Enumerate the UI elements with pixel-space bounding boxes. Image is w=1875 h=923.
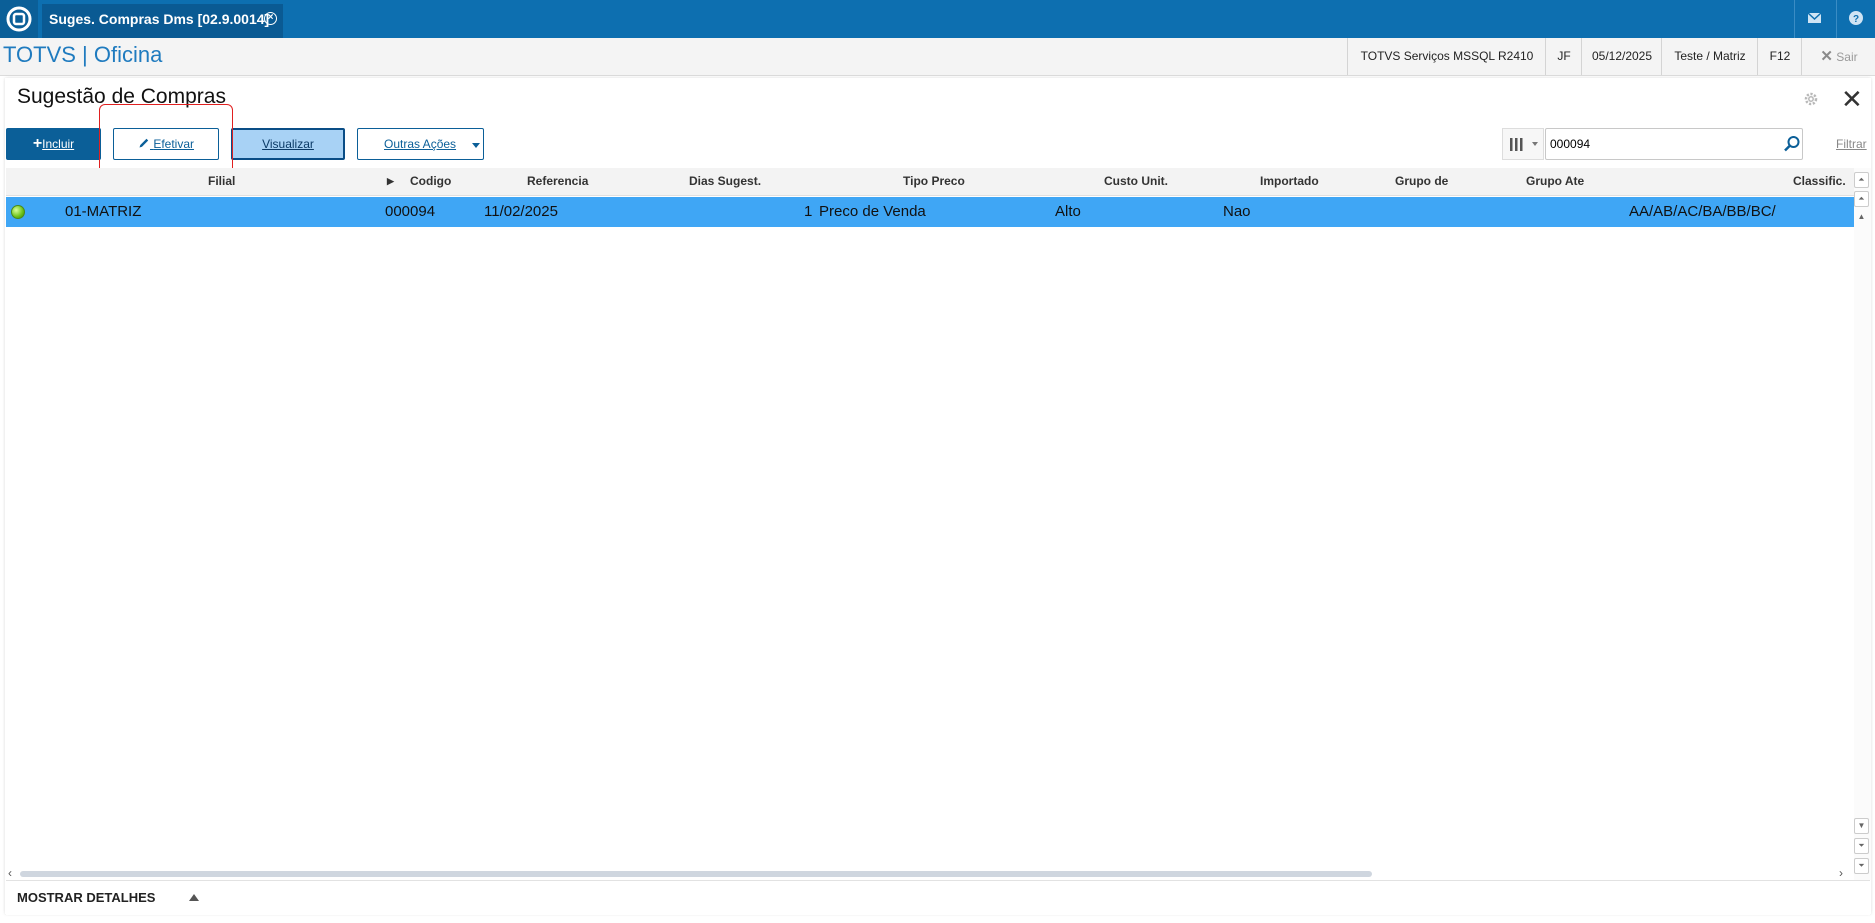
totvs-logo-icon[interactable] bbox=[0, 0, 38, 38]
cell-referencia: 11/02/2025 bbox=[484, 203, 558, 220]
top-bar: Suges. Compras Dms [02.9.0014] × ? bbox=[0, 0, 1875, 38]
pencil-icon bbox=[138, 129, 150, 159]
column-header-filial[interactable]: Filial bbox=[208, 168, 235, 195]
search-input[interactable] bbox=[1545, 128, 1803, 160]
cell-tipo-preco: Preco de Venda bbox=[819, 203, 926, 220]
shortcut-info[interactable]: F12 bbox=[1757, 38, 1802, 75]
filtrar-link[interactable]: Filtrar bbox=[1836, 137, 1867, 151]
gear-icon[interactable] bbox=[1803, 91, 1819, 112]
exit-label: Sair bbox=[1836, 50, 1858, 64]
column-header-classific[interactable]: Classific. bbox=[1793, 168, 1846, 195]
chevron-down-icon bbox=[472, 143, 480, 148]
columns-icon bbox=[1510, 138, 1538, 151]
mostrar-detalhes-toggle[interactable]: MOSTRAR DETALHES bbox=[17, 890, 155, 905]
svg-text:?: ? bbox=[1853, 14, 1859, 25]
cell-custo-unit: Alto bbox=[1055, 203, 1081, 220]
server-info: TOTVS Serviços MSSQL R2410 bbox=[1347, 38, 1546, 75]
column-header-referencia[interactable]: Referencia bbox=[527, 168, 588, 195]
brand-title: TOTVS | Oficina bbox=[3, 42, 163, 67]
column-header-grupo-de[interactable]: Grupo de bbox=[1395, 168, 1448, 195]
user-info: JF bbox=[1545, 38, 1582, 75]
scroll-page-up-icon[interactable]: ⏶ bbox=[1854, 191, 1869, 207]
table-row[interactable]: 01-MATRIZ 000094 11/02/2025 1 Preco de V… bbox=[6, 197, 1854, 227]
column-header-custo-unit[interactable]: Custo Unit. bbox=[1104, 168, 1168, 195]
scroll-page-down-icon[interactable]: ⏷ bbox=[1854, 838, 1869, 854]
chevron-up-icon[interactable] bbox=[189, 894, 199, 901]
incluir-button[interactable]: +Incluir bbox=[6, 128, 101, 160]
cell-codigo: 000094 bbox=[385, 203, 436, 220]
details-footer bbox=[6, 880, 1870, 915]
plus-icon: + bbox=[32, 135, 43, 152]
column-header-importado[interactable]: Importado bbox=[1260, 168, 1319, 195]
visualizar-label: Visualizar bbox=[262, 137, 314, 151]
scroll-up-icon[interactable]: ▲ bbox=[1854, 210, 1869, 226]
incluir-label: Incluir bbox=[42, 137, 75, 151]
scroll-bottom-icon[interactable]: ⏷ bbox=[1854, 858, 1869, 874]
cell-importado: Nao bbox=[1223, 203, 1251, 220]
scroll-top-icon[interactable]: ⏶ bbox=[1854, 172, 1869, 188]
help-icon[interactable]: ? bbox=[1836, 0, 1875, 38]
page-title: Sugestão de Compras bbox=[17, 85, 226, 108]
tab-title: Suges. Compras Dms [02.9.0014] bbox=[49, 11, 270, 27]
horizontal-scrollbar-thumb[interactable] bbox=[20, 871, 1372, 877]
status-green-icon bbox=[11, 205, 25, 219]
chevron-right-icon: ▶ bbox=[387, 176, 394, 186]
visualizar-button[interactable]: Visualizar bbox=[231, 128, 345, 160]
grid-header: Filial ▶ Codigo Referencia Dias Sugest. … bbox=[6, 168, 1854, 196]
cell-dias-sugest: 1 bbox=[804, 203, 813, 220]
outras-acoes-button[interactable]: Outras Ações bbox=[357, 128, 484, 160]
mail-icon[interactable] bbox=[1794, 0, 1833, 38]
close-icon[interactable]: × bbox=[264, 12, 277, 25]
columns-button[interactable] bbox=[1502, 128, 1544, 160]
cell-filial: 01-MATRIZ bbox=[65, 203, 142, 220]
exit-button[interactable]: ✕ Sair bbox=[1801, 38, 1875, 75]
tab-suges-compras[interactable]: Suges. Compras Dms [02.9.0014] × bbox=[42, 4, 283, 38]
scroll-down-icon[interactable]: ▼ bbox=[1854, 818, 1869, 834]
cell-classific: AA/AB/AC/BA/BB/BC/ bbox=[1629, 203, 1776, 220]
header-bar: TOTVS | Oficina TOTVS Serviços MSSQL R24… bbox=[0, 38, 1875, 76]
column-header-codigo[interactable]: Codigo bbox=[410, 168, 451, 195]
outras-acoes-label: Outras Ações bbox=[384, 137, 457, 151]
close-icon: ✕ bbox=[1820, 48, 1833, 65]
column-header-grupo-ate[interactable]: Grupo Ate bbox=[1526, 168, 1584, 195]
column-header-dias-sugest[interactable]: Dias Sugest. bbox=[689, 168, 761, 195]
date-info: 05/12/2025 bbox=[1581, 38, 1662, 75]
scroll-right-icon[interactable]: › bbox=[1839, 866, 1843, 880]
close-icon[interactable]: ✕ bbox=[1841, 86, 1863, 112]
search-icon[interactable] bbox=[1783, 135, 1801, 158]
vertical-scrollbar[interactable] bbox=[1854, 168, 1871, 880]
column-header-tipo-preco[interactable]: Tipo Preco bbox=[903, 168, 965, 195]
scroll-left-icon[interactable]: ‹ bbox=[8, 866, 12, 880]
efetivar-label: Efetivar bbox=[153, 137, 195, 151]
efetivar-button[interactable]: Efetivar bbox=[113, 128, 219, 160]
environment-info[interactable]: Teste / Matriz bbox=[1661, 38, 1758, 75]
